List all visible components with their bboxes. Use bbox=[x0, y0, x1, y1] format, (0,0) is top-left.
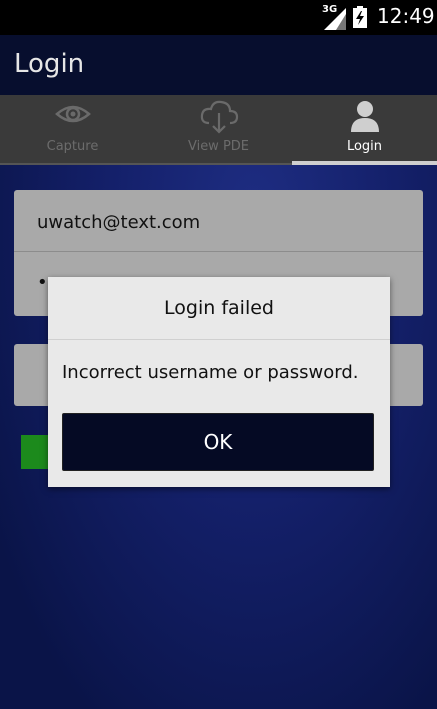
signal-icon bbox=[324, 8, 346, 30]
tab-capture[interactable]: Capture bbox=[0, 95, 145, 163]
user-icon bbox=[349, 99, 381, 137]
cloud-download-icon bbox=[199, 99, 239, 139]
tab-active-indicator bbox=[292, 161, 437, 165]
email-field[interactable]: uwatch@text.com bbox=[14, 190, 423, 252]
dialog-title: Login failed bbox=[164, 297, 274, 319]
tab-capture-label: Capture bbox=[46, 139, 99, 154]
page-title: Login bbox=[14, 49, 85, 79]
tab-login-label: Login bbox=[346, 139, 383, 154]
eye-icon bbox=[54, 99, 91, 133]
dialog-message: Incorrect username or password. bbox=[62, 362, 359, 383]
tab-view-pde-label: View PDE bbox=[187, 139, 250, 154]
status-bar: 3G 12:49 bbox=[0, 0, 437, 35]
action-bar: Login bbox=[0, 35, 437, 95]
battery-charging-icon bbox=[353, 6, 367, 28]
status-time: 12:49 bbox=[377, 4, 435, 28]
login-failed-dialog: Login failed Incorrect username or passw… bbox=[48, 277, 390, 487]
tab-view-pde[interactable]: View PDE bbox=[146, 95, 291, 163]
email-value: uwatch@text.com bbox=[37, 212, 201, 233]
ok-button[interactable]: OK bbox=[62, 413, 374, 471]
network-indicator: 3G bbox=[322, 4, 346, 30]
tab-login[interactable]: Login bbox=[292, 95, 437, 165]
dialog-divider bbox=[48, 339, 390, 340]
tab-bar: Capture View PDE Login bbox=[0, 95, 437, 165]
